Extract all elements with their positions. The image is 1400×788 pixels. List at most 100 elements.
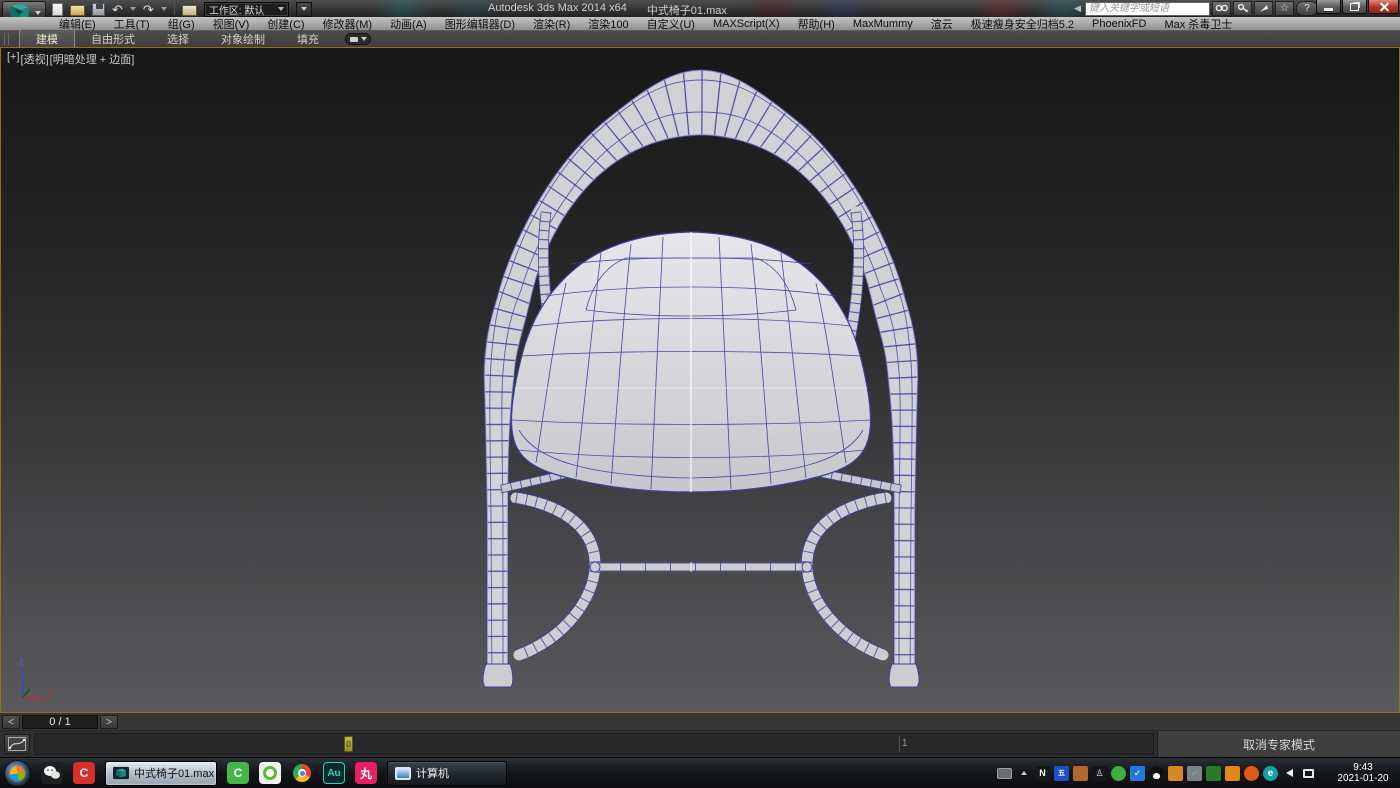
viewport-menu-shading[interactable]: [明暗处理 + 边面] (50, 51, 135, 67)
menu-customize[interactable]: 自定义(U) (638, 16, 704, 32)
nvidia-icon[interactable] (1206, 766, 1221, 781)
curve-editor-icon (8, 737, 26, 751)
chair-feet (483, 664, 919, 687)
tab-object-paint[interactable]: 对象绘制 (205, 30, 281, 48)
orange-app-icon[interactable] (1168, 766, 1183, 781)
security-flame-icon[interactable] (1244, 766, 1259, 781)
close-button[interactable] (1368, 0, 1399, 14)
windows-logo-icon (9, 765, 26, 782)
chevron-down-icon (301, 7, 307, 11)
minimize-button[interactable] (1316, 0, 1341, 14)
toolbar-separator (174, 3, 175, 15)
new-scene-icon[interactable] (52, 3, 63, 16)
volume-icon[interactable] (1282, 766, 1297, 781)
ribbon-state-icon (350, 37, 358, 42)
search-input[interactable] (1085, 2, 1210, 16)
start-button[interactable] (4, 760, 31, 787)
undo-icon[interactable]: ↶ (112, 3, 123, 16)
menu-animation[interactable]: 动画(A) (381, 16, 436, 32)
viewport-menu-general[interactable]: [+] (7, 51, 20, 67)
menu-rendering[interactable]: 渲染(R) (524, 16, 579, 32)
qq-icon[interactable] (1149, 766, 1164, 781)
open-file-icon[interactable] (70, 5, 85, 16)
taskbar-clock[interactable]: 9:43 2021-01-20 (1330, 762, 1396, 784)
windows-taskbar: C 中式椅子01.max ... C Au 丸 计算机 (0, 757, 1400, 788)
ribbon-grip-handle[interactable] (4, 33, 9, 45)
menu-rendercloud[interactable]: 渲云 (922, 16, 962, 32)
audition-icon[interactable]: Au (323, 762, 345, 784)
next-frame-button[interactable]: > (100, 715, 118, 729)
time-slider-handle[interactable]: 0 (344, 736, 353, 752)
sign-in-key-icon[interactable] (1233, 1, 1252, 16)
application-menu-button[interactable] (2, 1, 46, 17)
usb-device-icon[interactable] (1073, 766, 1088, 781)
mini-curve-editor-button[interactable] (4, 734, 30, 754)
ime-n-icon[interactable]: N (1035, 766, 1050, 781)
pc-manager-icon[interactable]: ✓ (1130, 766, 1145, 781)
tab-modeling[interactable]: 建模 (19, 29, 75, 49)
internet-e-icon[interactable]: e (1263, 766, 1278, 781)
chrome-icon[interactable] (291, 762, 313, 784)
save-file-icon[interactable] (92, 3, 105, 16)
tab-freeform[interactable]: 自由形式 (75, 30, 151, 48)
axis-z-label: z (19, 657, 24, 668)
menu-graph-editors[interactable]: 图形编辑器(D) (436, 16, 524, 32)
3dsmax-window: ↶ ↷ 工作区: 默认 Autodesk 3ds Max 2014 x64 中式… (0, 0, 1400, 788)
ime-blue-icon[interactable]: 五 (1054, 766, 1069, 781)
360-browser-icon[interactable] (259, 762, 281, 784)
menu-help[interactable]: 帮助(H) (789, 16, 844, 32)
workspace-dropdown[interactable]: 工作区: 默认 (204, 2, 290, 17)
title-bar: ↶ ↷ 工作区: 默认 Autodesk 3ds Max 2014 x64 中式… (0, 0, 1400, 17)
chair-wireframe-model[interactable]: z x (1, 48, 1399, 712)
infocenter-collapse-icon[interactable]: ◀ (1074, 3, 1081, 14)
search-icon[interactable] (1212, 1, 1231, 16)
tab-populate[interactable]: 填充 (281, 30, 335, 48)
camtasia-green-icon[interactable]: C (227, 762, 249, 784)
glass-blur-decoration (745, 0, 801, 17)
task-label: 中式椅子01.max ... (134, 765, 217, 781)
wechat-icon[interactable] (41, 762, 63, 784)
track-bar-ruler[interactable]: 0 1 (34, 733, 1154, 755)
customize-toolbar-button[interactable] (296, 2, 312, 17)
frame-counter: 0 / 1 (22, 715, 98, 729)
infocenter-bar: ◀ ☆ ? (1074, 1, 1326, 16)
previous-frame-button[interactable]: < (2, 715, 20, 729)
network-icon[interactable] (1301, 766, 1316, 781)
menu-render100[interactable]: 渲染100 (579, 16, 637, 32)
undo-dropdown-icon[interactable] (130, 7, 136, 11)
3dsmax-logo-icon (7, 3, 33, 17)
camtasia-red-icon[interactable]: C (73, 762, 95, 784)
frame-tick-label: 1 (899, 736, 908, 752)
project-folder-icon[interactable] (182, 5, 197, 16)
track-bar-row: 0 1 取消专家模式 (0, 731, 1400, 757)
task-button-computer[interactable]: 计算机 (387, 761, 507, 786)
menu-maxmummy[interactable]: MaxMummy (844, 18, 922, 30)
chevron-down-icon (35, 11, 41, 15)
screenshot-camera-icon[interactable] (1225, 766, 1240, 781)
redo-icon[interactable]: ↷ (143, 3, 154, 16)
favorites-star-icon[interactable]: ☆ (1275, 1, 1294, 16)
adobe-person-icon[interactable]: ♙ (1092, 766, 1107, 781)
clock-time: 9:43 (1330, 762, 1396, 773)
menu-slim-archive[interactable]: 极速瘦身安全归档5.2 (962, 16, 1083, 32)
restore-button[interactable] (1342, 0, 1367, 14)
tab-selection[interactable]: 选择 (151, 30, 205, 48)
menu-antivirus[interactable]: Max 杀毒卫士 (1155, 16, 1241, 32)
cancel-expert-mode-button[interactable]: 取消专家模式 (1157, 731, 1400, 757)
ribbon-display-toggle[interactable] (345, 33, 371, 45)
wechat-tray-icon[interactable] (1111, 766, 1126, 781)
menu-phoenixfd[interactable]: PhoenixFD (1083, 18, 1155, 30)
task-button-3dsmax[interactable]: 中式椅子01.max ... (105, 761, 217, 786)
perspective-viewport[interactable]: [+] [透视] [明暗处理 + 边面] (0, 47, 1400, 713)
usb-eject-icon[interactable]: ✓ (1187, 766, 1202, 781)
viewport-menu-pov[interactable]: [透视] (21, 51, 49, 67)
redo-dropdown-icon[interactable] (161, 7, 167, 11)
chevron-down-icon (361, 37, 367, 41)
hidden-icons-arrow[interactable] (1016, 766, 1031, 781)
communication-center-icon[interactable] (1254, 1, 1273, 16)
menu-maxscript[interactable]: MAXScript(X) (704, 18, 789, 30)
wanzi-icon[interactable]: 丸 (355, 762, 377, 784)
keyboard-icon[interactable] (997, 768, 1012, 779)
clock-date: 2021-01-20 (1330, 773, 1396, 784)
glass-blur-decoration (375, 0, 431, 17)
